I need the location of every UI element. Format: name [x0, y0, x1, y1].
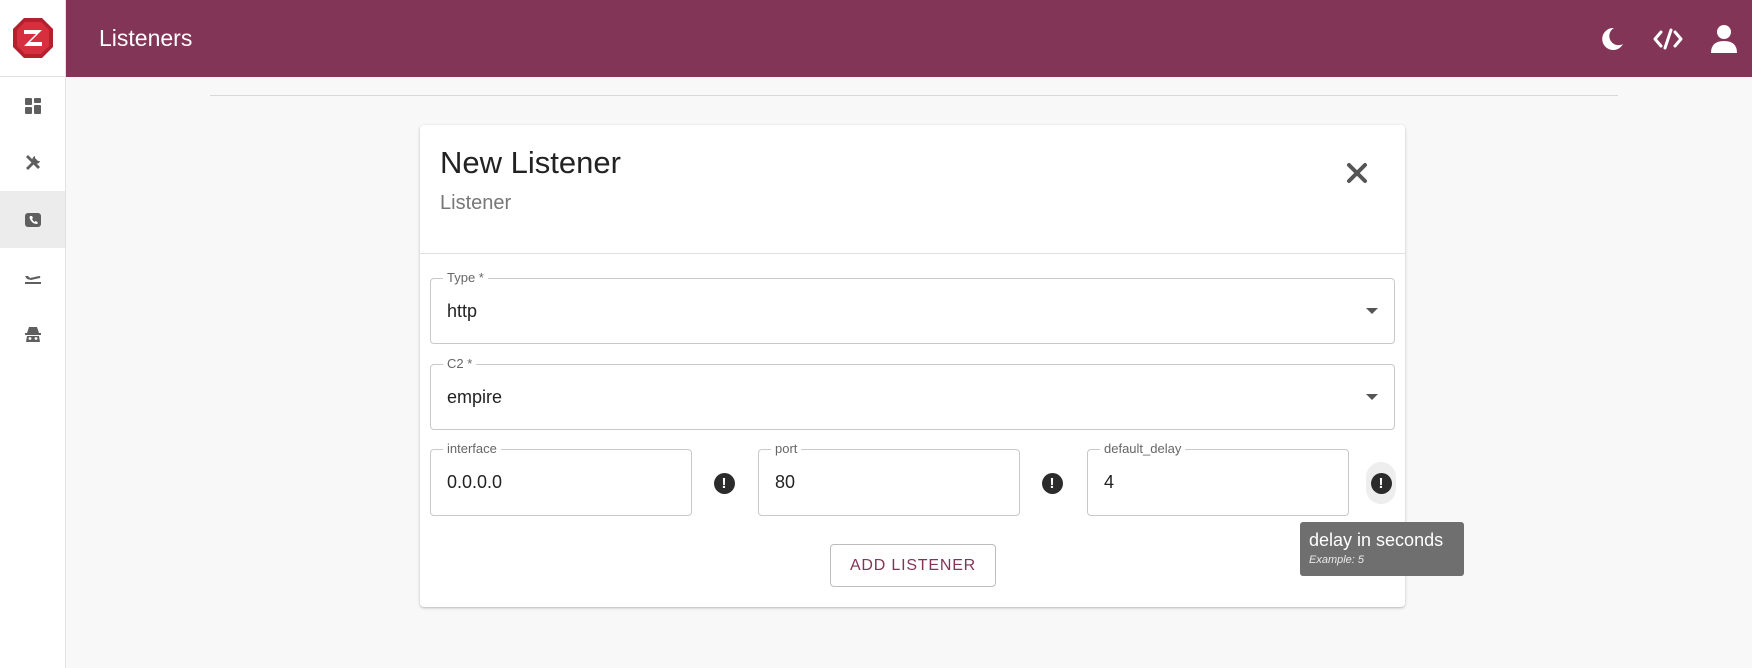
chevron-down-icon — [1366, 394, 1378, 400]
new-listener-card: New Listener Listener Type * http C2 * e… — [420, 125, 1405, 607]
sidebar-item-tools[interactable] — [0, 134, 65, 191]
phone-icon — [24, 212, 41, 227]
sidebar-item-listeners[interactable] — [0, 191, 65, 248]
sidebar-item-stagers[interactable] — [0, 248, 65, 305]
alert-info-icon: ! — [713, 472, 735, 494]
tooltip-example: Example: 5 — [1309, 554, 1365, 566]
card-title: New Listener — [440, 145, 621, 180]
c2-select[interactable]: C2 * empire — [430, 356, 1395, 430]
page-title: Listeners — [99, 25, 193, 51]
chevron-down-icon — [1366, 308, 1378, 314]
page-divider — [210, 95, 1618, 96]
empire-logo-icon — [12, 18, 53, 58]
user-profile-button[interactable] — [1696, 11, 1752, 67]
default-delay-tooltip: delay in seconds Example: 5 — [1300, 522, 1464, 576]
topbar-actions — [1584, 0, 1752, 77]
default-delay-info-button[interactable]: ! — [1366, 462, 1396, 504]
default-delay-value: 4 — [1104, 472, 1115, 492]
port-value: 80 — [775, 472, 796, 492]
close-icon — [1347, 163, 1367, 183]
sidebar-item-agents[interactable] — [0, 305, 65, 362]
dark-mode-button[interactable] — [1584, 11, 1640, 67]
alert-info-icon: ! — [1041, 472, 1063, 494]
code-icon — [1653, 28, 1683, 49]
sidebar-item-dashboard[interactable] — [0, 77, 65, 134]
interface-input[interactable]: interface 0.0.0.0 — [430, 441, 692, 516]
tools-icon — [25, 154, 40, 170]
card-divider — [420, 253, 1405, 254]
top-app-bar: Listeners — [66, 0, 1752, 77]
type-select[interactable]: Type * http — [430, 270, 1395, 344]
incognito-icon — [24, 326, 41, 342]
interface-info-button[interactable]: ! — [710, 469, 738, 497]
app-root: Listeners New Listener Listener Type * h… — [0, 0, 1752, 668]
c2-value: empire — [447, 386, 503, 407]
type-value: http — [447, 300, 478, 321]
dark-mode-icon — [1602, 27, 1623, 50]
user-icon — [1711, 24, 1737, 53]
api-docs-button[interactable] — [1640, 11, 1696, 67]
port-input[interactable]: port 80 — [758, 441, 1020, 516]
sidebar — [0, 0, 66, 668]
alert-info-icon: ! — [1370, 472, 1392, 494]
dashboard-icon — [24, 97, 41, 114]
logo-container[interactable] — [0, 0, 65, 77]
tooltip-text: delay in seconds — [1309, 530, 1444, 550]
plane-icon — [24, 275, 41, 284]
interface-value: 0.0.0.0 — [447, 472, 503, 492]
card-subtitle: Listener — [440, 192, 512, 214]
port-info-button[interactable]: ! — [1038, 469, 1066, 497]
add-listener-button[interactable]: ADD LISTENER — [830, 544, 996, 587]
default-delay-input[interactable]: default_delay 4 — [1087, 441, 1349, 516]
close-button[interactable] — [1337, 153, 1377, 193]
